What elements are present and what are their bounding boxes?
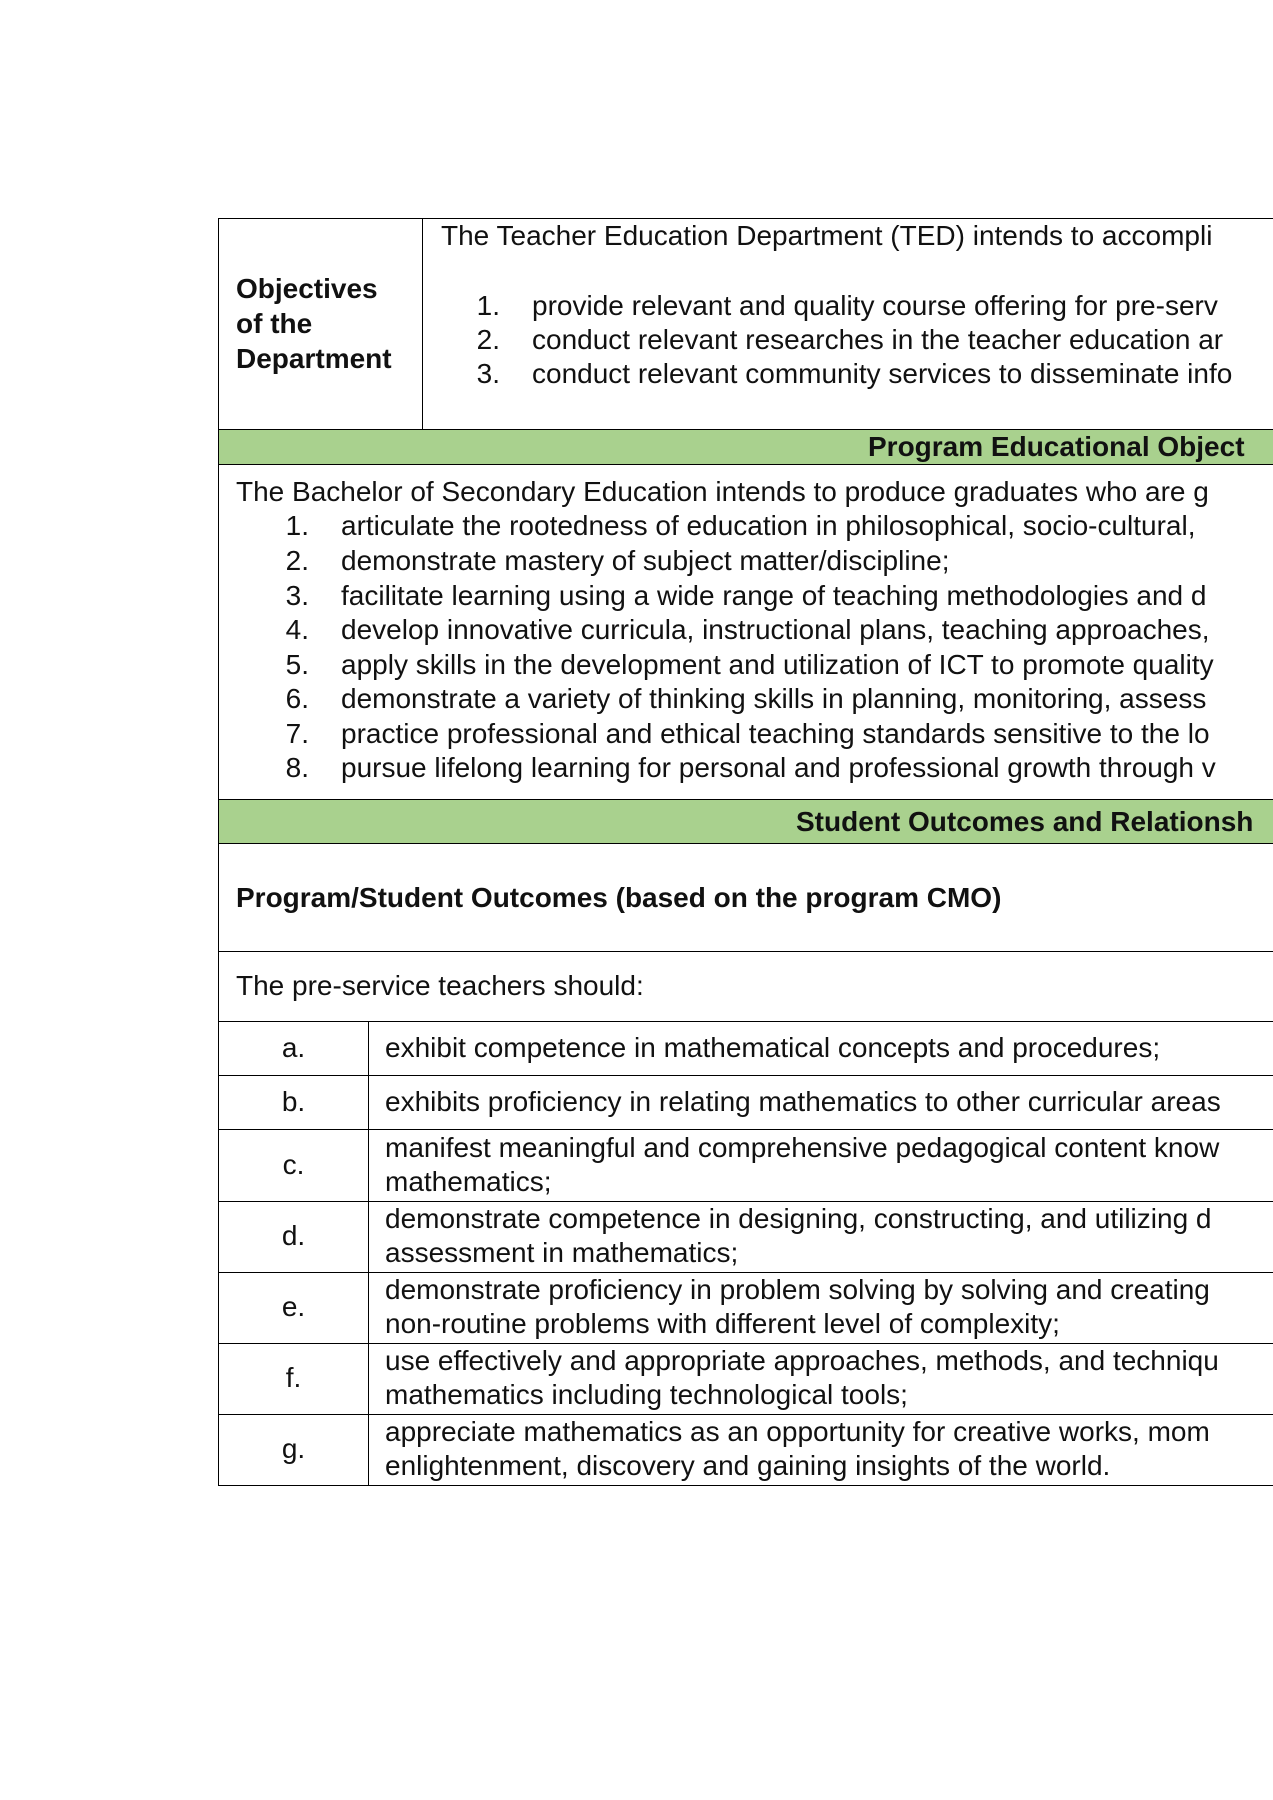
peo-item: demonstrate mastery of subject matter/di… (341, 545, 950, 576)
peo-intro: The Bachelor of Secondary Education inte… (236, 476, 1209, 507)
row-divider (219, 1075, 1273, 1076)
objectives-intro: The Teacher Education Department (TED) i… (441, 220, 1213, 251)
peo-item: develop innovative curricula, instructio… (341, 614, 1210, 645)
peo-number: 5. (285, 649, 309, 680)
peo-header: Program Educational Object (868, 431, 1245, 462)
curriculum-table: Objectives of the Department The Teacher… (218, 218, 1273, 1486)
outcome-letter: f. (285, 1362, 302, 1393)
outcome-text: use effectively and appropriate approach… (385, 1345, 1219, 1376)
objectives-label: Objectives of the Department (236, 273, 392, 374)
outcome-letter: g. (281, 1433, 306, 1464)
peo-number: 1. (285, 510, 309, 541)
row-divider (219, 951, 1273, 952)
peo-number: 3. (285, 580, 309, 611)
peo-number: 8. (285, 752, 309, 783)
outcomes-header: Student Outcomes and Relationsh (796, 806, 1254, 837)
peo-number: 7. (285, 718, 309, 749)
column-divider (368, 1021, 369, 1485)
outcome-text-cont: non-routine problems with different leve… (385, 1308, 1060, 1339)
peo-item: pursue lifelong learning for personal an… (341, 752, 1216, 783)
objective-number: 1. (476, 290, 500, 321)
outcome-letter: e. (281, 1291, 306, 1322)
objective-item: conduct relevant researches in the teach… (532, 324, 1224, 355)
outcome-letter: c. (282, 1149, 305, 1180)
outcome-text: exhibits proficiency in relating mathema… (385, 1086, 1221, 1117)
peo-item: apply skills in the development and util… (341, 649, 1214, 680)
outcomes-subheader: Program/Student Outcomes (based on the p… (236, 882, 1002, 913)
outcome-text: manifest meaningful and comprehensive pe… (385, 1132, 1220, 1163)
outcome-text: demonstrate competence in designing, con… (385, 1203, 1212, 1234)
peo-item: articulate the rootedness of education i… (341, 510, 1196, 541)
outcome-text-cont: mathematics including technological tool… (385, 1379, 908, 1410)
peo-number: 2. (285, 545, 309, 576)
outcome-letter: a. (281, 1032, 306, 1063)
peo-number: 4. (285, 614, 309, 645)
outcome-text: appreciate mathematics as an opportunity… (385, 1416, 1210, 1447)
outcomes-intro: The pre-service teachers should: (236, 970, 644, 1001)
outcome-letter: b. (281, 1086, 306, 1117)
outcome-letter: d. (281, 1220, 306, 1251)
column-divider (422, 219, 423, 429)
outcome-text: exhibit competence in mathematical conce… (385, 1032, 1161, 1063)
peo-item: facilitate learning using a wide range o… (341, 580, 1207, 611)
peo-number: 6. (285, 683, 309, 714)
row-divider (219, 1129, 1273, 1130)
objective-item: provide relevant and quality course offe… (532, 290, 1218, 321)
peo-item: practice professional and ethical teachi… (341, 718, 1210, 749)
outcome-text-cont: assessment in mathematics; (385, 1237, 739, 1268)
row-divider (219, 1021, 1273, 1022)
peo-item: demonstrate a variety of thinking skills… (341, 683, 1207, 714)
objective-number: 3. (476, 358, 500, 389)
outcome-text-cont: mathematics; (385, 1166, 552, 1197)
outcome-text-cont: enlightenment, discovery and gaining ins… (385, 1450, 1111, 1481)
outcome-text: demonstrate proficiency in problem solvi… (385, 1274, 1210, 1305)
objective-item: conduct relevant community services to d… (532, 358, 1233, 389)
objective-number: 2. (476, 324, 500, 355)
